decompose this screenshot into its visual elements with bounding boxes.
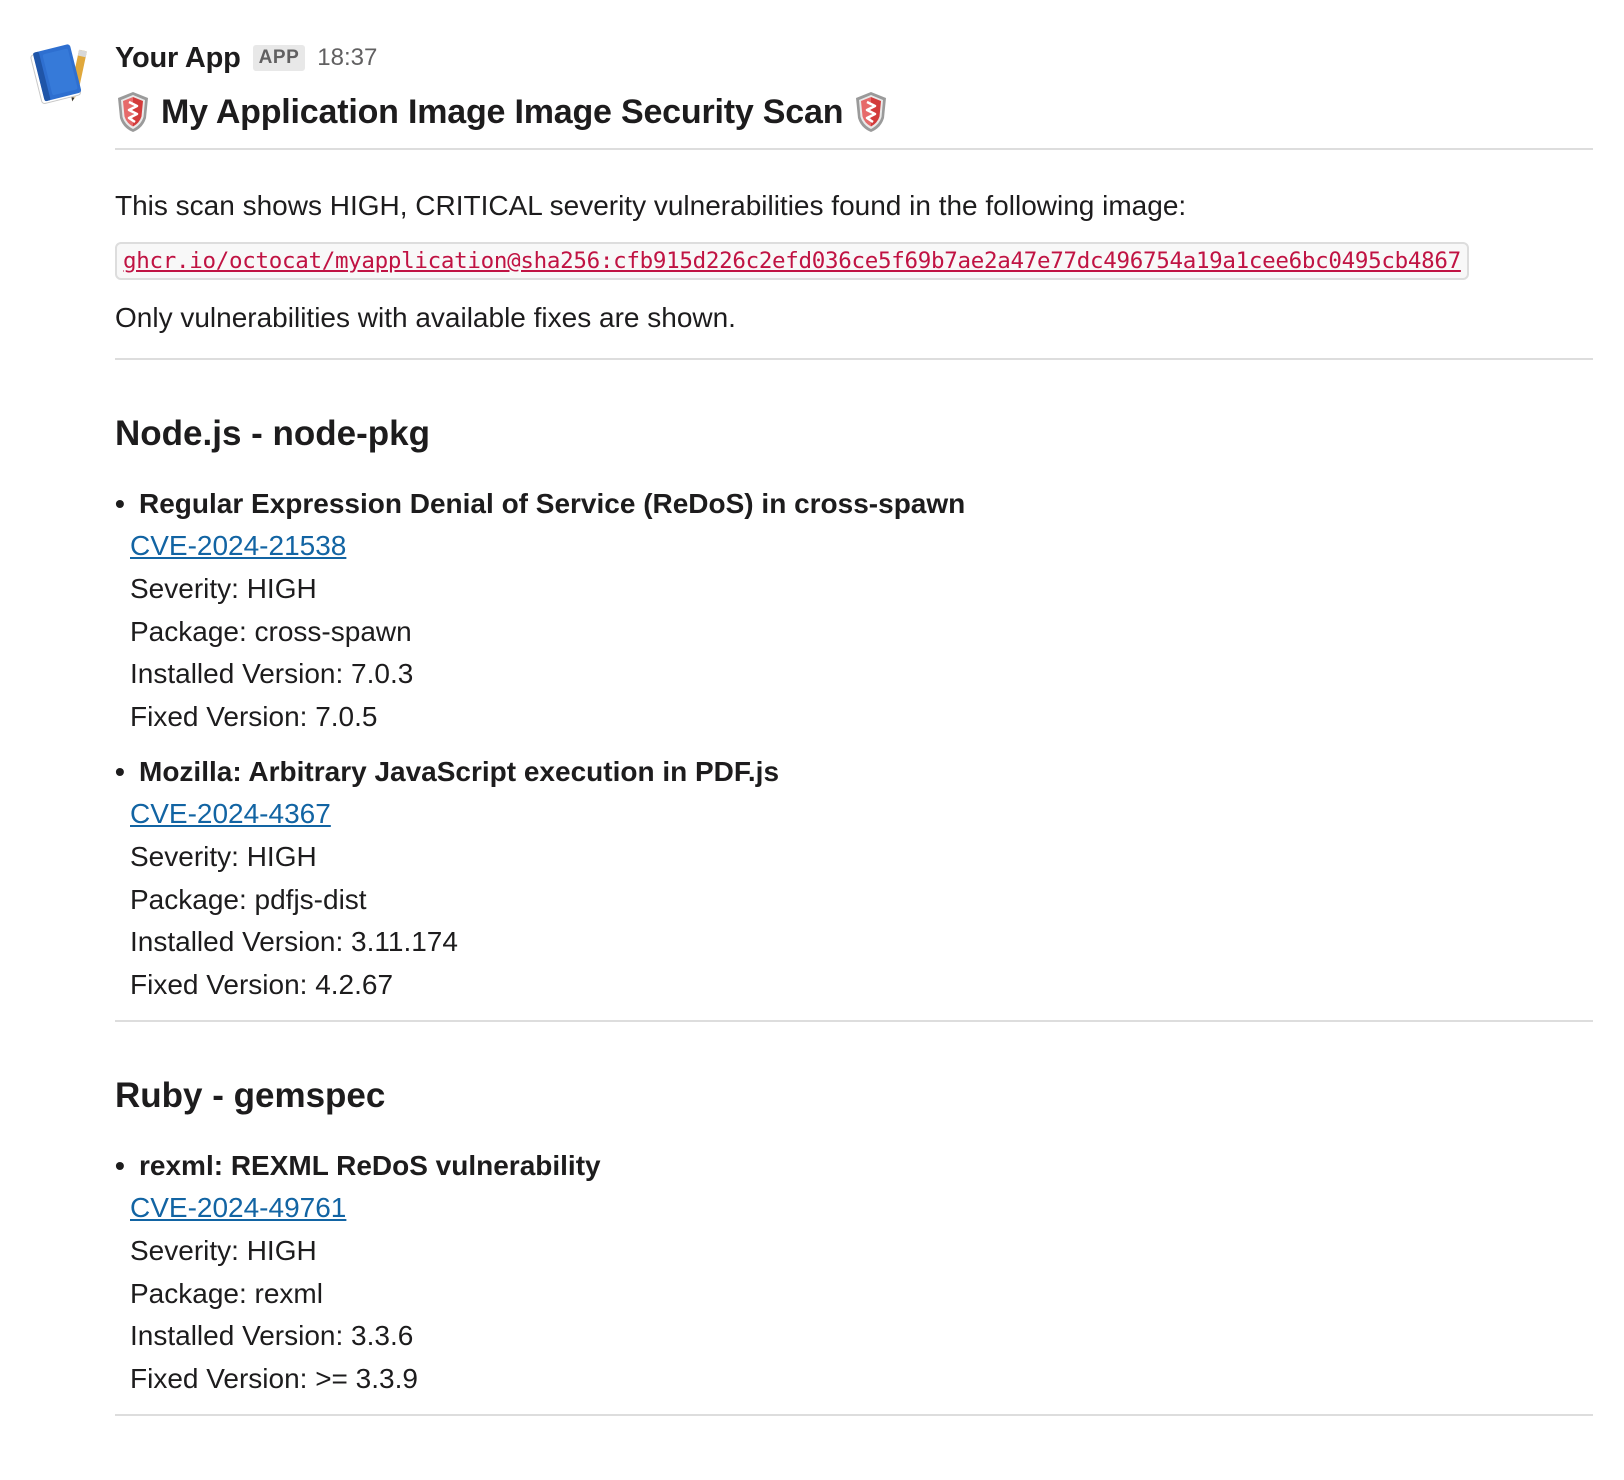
app-name[interactable]: Your App (115, 42, 241, 75)
shield-icon (856, 92, 887, 132)
vulnerability-details: CVE-2024-4367 Severity: HIGH Package: pd… (115, 792, 1593, 1006)
package-text: Package: pdfjs-dist (130, 883, 367, 915)
section-title: Node.js - node-pkg (115, 414, 430, 453)
vulnerability-item: • rexml: REXML ReDoS vulnerability CVE-20… (115, 1146, 1593, 1400)
message-content: Your App APP 18:37 My Application Image … (115, 38, 1593, 1416)
image-reference-link[interactable]: ghcr.io/octocat/myapplication@sha256:cfb… (123, 248, 1461, 274)
fixes-note: Only vulnerabilities with available fixe… (115, 302, 736, 333)
installed-version-text: Installed Version: 7.0.3 (130, 658, 414, 689)
shield-icon (118, 92, 148, 132)
installed-version-text: Installed Version: 3.11.174 (130, 926, 458, 957)
divider (115, 1414, 1593, 1416)
app-badge: APP (252, 45, 306, 71)
vulnerability-title: • Mozilla: Arbitrary JavaScript execution… (115, 752, 1593, 792)
app-avatar[interactable] (28, 40, 96, 108)
package-text: Package: cross-spawn (130, 615, 412, 647)
vulnerability-title-text: rexml: REXML ReDoS vulnerability (139, 1150, 601, 1181)
cve-link[interactable]: CVE-2024-4367 (130, 792, 331, 836)
severity-text: Severity: HIGH (130, 573, 317, 604)
vulnerability-title: • rexml: REXML ReDoS vulnerability (115, 1146, 1593, 1186)
package-text: Package: rexml (130, 1277, 323, 1309)
vulnerability-title-text: Regular Expression Denial of Service (Re… (139, 488, 966, 519)
fixed-version-text: Fixed Version: 7.0.5 (130, 700, 378, 732)
severity-text: Severity: HIGH (130, 841, 317, 872)
message-header: My Application Image Image Security Scan (115, 86, 1593, 138)
vulnerability-title: • Regular Expression Denial of Service (R… (115, 484, 1593, 524)
divider (115, 358, 1593, 360)
image-reference-code: ghcr.io/octocat/myapplication@sha256:cfb… (115, 242, 1469, 280)
vulnerability-details: CVE-2024-49761 Severity: HIGH Package: r… (115, 1186, 1593, 1400)
page-title: My Application Image Image Security Scan (161, 92, 844, 131)
vulnerability-section: Ruby - gemspec • rexml: REXML ReDoS vulne… (115, 1074, 1593, 1400)
cve-link[interactable]: CVE-2024-49761 (130, 1186, 346, 1230)
section-title: Ruby - gemspec (115, 1076, 386, 1115)
divider (115, 1020, 1593, 1022)
installed-version-text: Installed Version: 3.3.6 (130, 1320, 414, 1351)
vulnerability-item: • Regular Expression Denial of Service (R… (115, 484, 1593, 738)
blue-book-icon (30, 44, 87, 104)
message-meta: Your App APP 18:37 (115, 38, 1593, 78)
vulnerability-section: Node.js - node-pkg • Regular Expression D… (115, 412, 1593, 1006)
severity-text: Severity: HIGH (130, 1235, 317, 1266)
fixed-version-text: Fixed Version: 4.2.67 (130, 968, 394, 1000)
vulnerability-details: CVE-2024-21538 Severity: HIGH Package: c… (115, 524, 1593, 738)
cve-link[interactable]: CVE-2024-21538 (130, 524, 346, 568)
vulnerability-item: • Mozilla: Arbitrary JavaScript execution… (115, 752, 1593, 1006)
divider (115, 148, 1593, 150)
fixed-version-text: Fixed Version: >= 3.3.9 (130, 1362, 418, 1394)
bullet: • (115, 1150, 125, 1181)
bullet: • (115, 756, 125, 787)
bullet: • (115, 488, 125, 519)
message-timestamp[interactable]: 18:37 (317, 44, 377, 72)
scan-intro-text: This scan shows HIGH, CRITICAL severity … (115, 190, 1187, 221)
vulnerability-title-text: Mozilla: Arbitrary JavaScript execution … (139, 756, 780, 787)
